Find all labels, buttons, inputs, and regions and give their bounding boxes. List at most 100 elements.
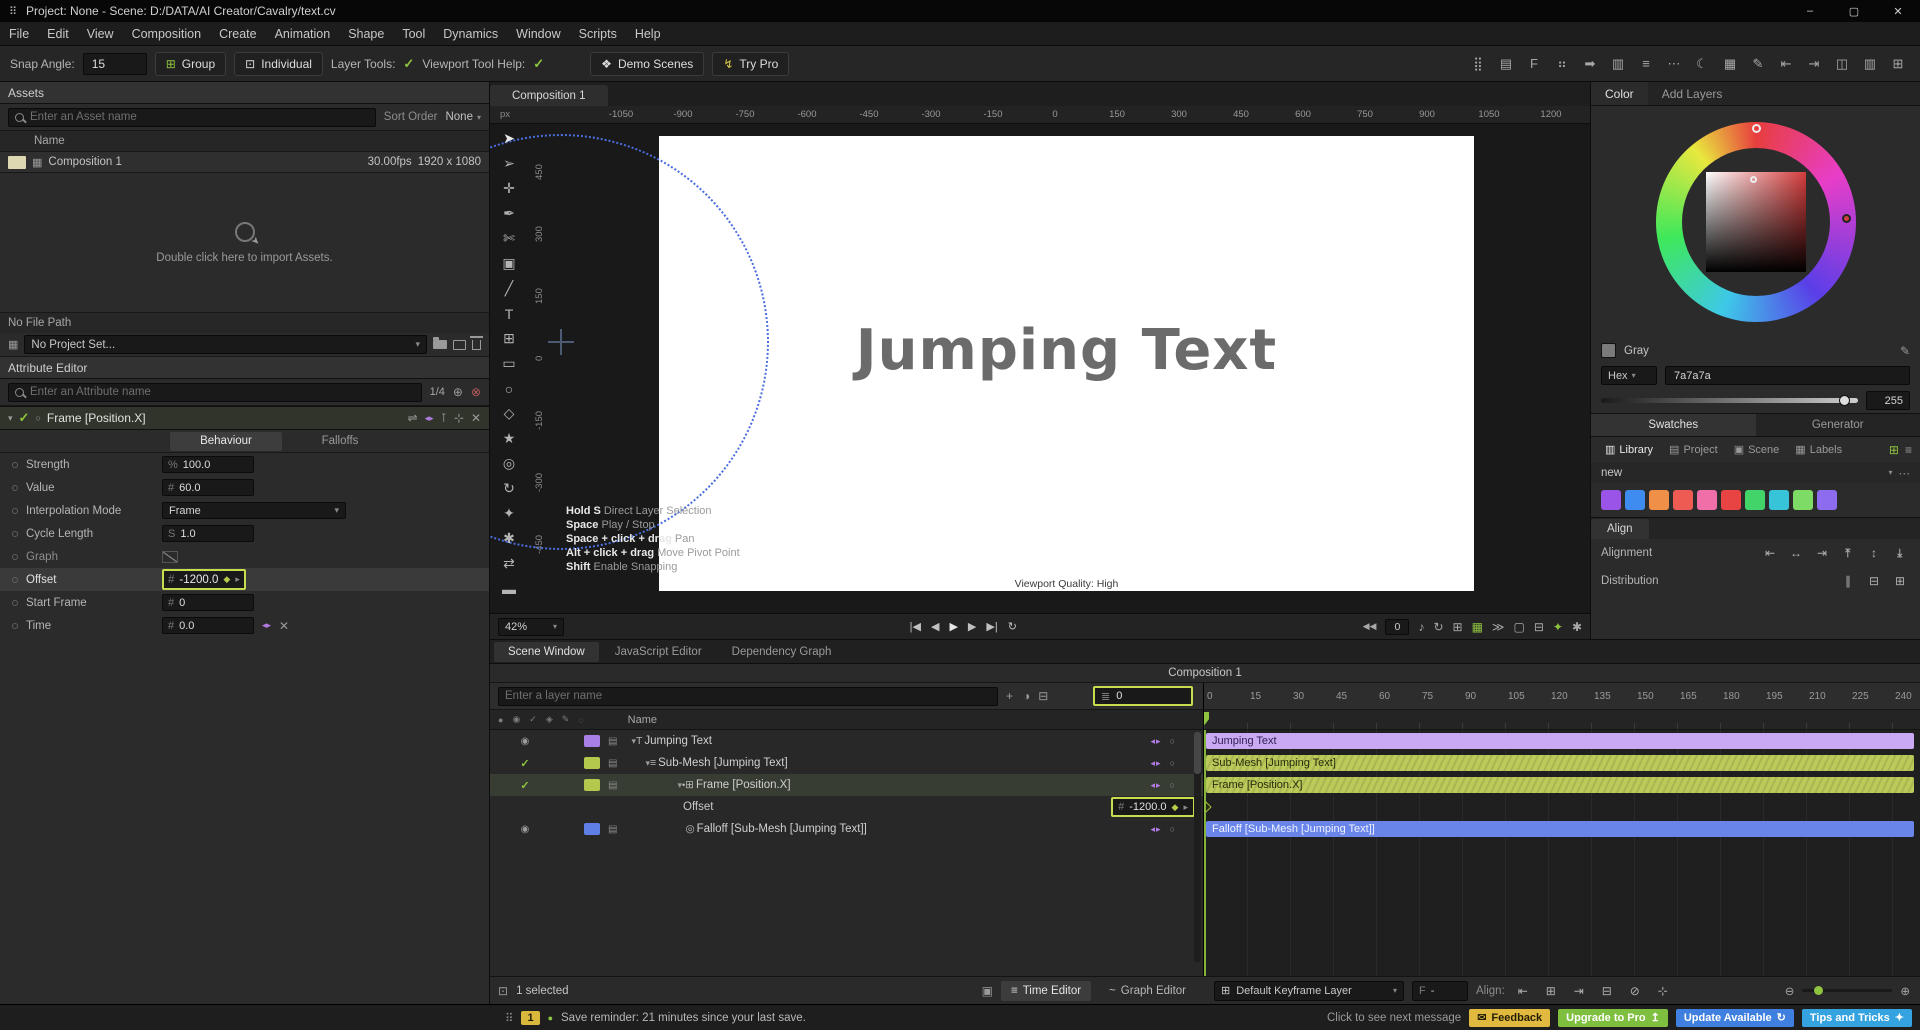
keyframe-nav-icons[interactable]: ◂▸: [262, 620, 271, 631]
tab-scene-window[interactable]: Scene Window: [494, 642, 599, 662]
toolbar-icon[interactable]: ▥: [1606, 52, 1630, 76]
timeline-zoom-slider[interactable]: [1802, 989, 1892, 992]
snap-icon[interactable]: ⊹: [1653, 982, 1673, 1000]
toolbar-icon[interactable]: ➡: [1578, 52, 1602, 76]
align-bottom-icon[interactable]: ⇥: [1891, 543, 1909, 563]
individual-button[interactable]: ⊡Individual: [234, 52, 323, 76]
hex-value-field[interactable]: 7a7a7a: [1665, 366, 1910, 385]
tab-library[interactable]: ▥Library: [1599, 441, 1659, 459]
alpha-value-field[interactable]: 255: [1866, 391, 1910, 410]
keyframe-next-icon[interactable]: ▸: [235, 574, 240, 585]
demo-scenes-button[interactable]: ❖Demo Scenes: [590, 52, 704, 76]
pin-icon[interactable]: ⊺: [441, 411, 447, 425]
timeline-toggle-icon[interactable]: ▤: [608, 824, 617, 835]
keyframe-nav-icons[interactable]: ◂▸: [1151, 780, 1162, 791]
overflow-icon[interactable]: ≫: [1492, 620, 1505, 634]
step-forward-button[interactable]: ▶: [968, 620, 976, 633]
menu-item[interactable]: Shape: [339, 27, 393, 41]
align-middle-v-icon[interactable]: ↕: [1864, 544, 1884, 562]
viewport-tool-icon[interactable]: ➤: [494, 126, 524, 151]
toolbar-icon[interactable]: ✎: [1746, 52, 1770, 76]
align-top-icon[interactable]: ⇤: [1839, 543, 1857, 563]
display-icon[interactable]: ▢: [1513, 620, 1524, 634]
attribute-header-row[interactable]: ▾ ✓ ○ Frame [Position.X] ⇌ ◂▸ ⊺ ⊹ ✕: [0, 406, 489, 430]
viewport-area[interactable]: Jumping Text Viewport Quality: High ➤➢✛✒…: [490, 124, 1590, 613]
distribute-h-icon[interactable]: ∥: [1838, 572, 1858, 590]
playhead-line[interactable]: [1204, 730, 1206, 976]
hex-mode-dropdown[interactable]: Hex▾: [1601, 366, 1657, 385]
toolbar-icon[interactable]: ≡: [1634, 52, 1658, 76]
layer-color-chip[interactable]: [584, 757, 600, 769]
viewport-tool-icon[interactable]: ➢: [494, 151, 524, 176]
layer-name[interactable]: Frame [Position.X]: [696, 779, 791, 791]
alpha-slider-knob[interactable]: [1839, 395, 1850, 406]
menu-item[interactable]: Edit: [38, 27, 78, 41]
color-swatch[interactable]: [1649, 490, 1669, 510]
viewport-tool-icon[interactable]: ✄: [494, 226, 524, 251]
menu-item[interactable]: File: [0, 27, 38, 41]
zoom-in-icon[interactable]: ⊕: [1900, 984, 1910, 998]
solo-filter-icon[interactable]: ◑: [1023, 689, 1030, 703]
viewport-tool-icon[interactable]: ▬: [494, 576, 524, 601]
layer-search-box[interactable]: [498, 687, 998, 706]
timeline-toggle-icon[interactable]: ▤: [608, 736, 617, 747]
color-swatch[interactable]: [1745, 490, 1765, 510]
align-left-icon[interactable]: ⇤: [1760, 544, 1780, 562]
toolbar-icon[interactable]: ⊞: [1886, 52, 1910, 76]
viewport-quality-label[interactable]: Viewport Quality: High: [1015, 578, 1119, 590]
layer-name[interactable]: Falloff [Sub-Mesh [Jumping Text]]: [697, 823, 867, 835]
grid-icon[interactable]: ⊞: [1453, 620, 1463, 634]
state-circle-icon[interactable]: ○: [1170, 736, 1175, 746]
canvas-text-layer[interactable]: Jumping Text: [659, 318, 1474, 383]
chevron-down-icon[interactable]: ▾: [8, 413, 13, 424]
color-swatch[interactable]: [1793, 490, 1813, 510]
graph-curve-icon[interactable]: [162, 551, 178, 563]
viewport-tool-icon[interactable]: ○: [494, 376, 524, 401]
layer-row-frame-position-x[interactable]: ✓ ▤ ▾ • ⊞ Frame [Position.X] ◂▸○: [490, 774, 1203, 796]
keyframe-nav-icons[interactable]: ◂▸: [425, 413, 434, 424]
current-frame-field-highlighted[interactable]: ≣ 0: [1093, 686, 1193, 706]
viewport-tool-icon[interactable]: ✒: [494, 201, 524, 226]
distribute-v-icon[interactable]: ⊟: [1864, 572, 1884, 590]
attribute-search-input[interactable]: [30, 386, 415, 398]
trash-icon[interactable]: [472, 340, 481, 350]
layer-tools-check-icon[interactable]: ✓: [403, 56, 414, 72]
enabled-check-icon[interactable]: ✓: [518, 757, 532, 770]
menu-item[interactable]: Tool: [393, 27, 434, 41]
keyframe-nav-icons[interactable]: ◂▸: [1151, 758, 1162, 769]
update-available-button[interactable]: Update Available↻: [1676, 1009, 1794, 1027]
toolbar-icon[interactable]: ▥: [1858, 52, 1882, 76]
timeline-bar-jumping-text[interactable]: Jumping Text: [1206, 733, 1914, 749]
timeline-toggle-icon[interactable]: ▤: [608, 780, 617, 791]
color-swatch[interactable]: [1817, 490, 1837, 510]
zoom-out-icon[interactable]: ⊖: [1785, 984, 1795, 998]
menu-item[interactable]: Animation: [266, 27, 340, 41]
align-center-h-icon[interactable]: ↔: [1786, 544, 1806, 562]
layer-search-input[interactable]: [505, 690, 991, 702]
messages-grid-icon[interactable]: ⠿: [505, 1011, 513, 1025]
add-icon[interactable]: ⊹: [454, 411, 464, 425]
project-dropdown[interactable]: No Project Set...▾: [24, 335, 427, 354]
menu-item[interactable]: View: [78, 27, 123, 41]
keyframe-diamond-icon[interactable]: ◆: [223, 574, 230, 585]
graph-editor-button[interactable]: ~Graph Editor: [1099, 981, 1196, 1001]
viewport-tool-icon[interactable]: ◇: [494, 401, 524, 426]
group-button[interactable]: ⊞Group: [155, 52, 226, 76]
zoom-dropdown[interactable]: 42%▾: [498, 618, 564, 636]
align-end-icon[interactable]: ⇥: [1569, 982, 1589, 1000]
keyframe-nav-icons[interactable]: ◂▸: [1151, 736, 1162, 747]
value-field[interactable]: #60.0: [162, 479, 254, 496]
layer-row-sub-mesh[interactable]: ✓ ▤ ▾ ≡ Sub-Mesh [Jumping Text] ◂▸○: [490, 752, 1203, 774]
menu-item[interactable]: Composition: [123, 27, 210, 41]
color-swatch[interactable]: [1721, 490, 1741, 510]
filter-icon[interactable]: ⊕: [453, 385, 463, 399]
color-wheel[interactable]: [1591, 106, 1920, 338]
start-frame-field[interactable]: #0: [162, 594, 254, 611]
loop-button[interactable]: ↻: [1008, 620, 1017, 633]
viewport-tool-icon[interactable]: ✦: [494, 501, 524, 526]
color-swatch[interactable]: [1601, 490, 1621, 510]
minimize-button[interactable]: –: [1788, 0, 1832, 22]
feedback-button[interactable]: ✉Feedback: [1469, 1009, 1550, 1027]
clear-filter-icon[interactable]: ⊗: [471, 385, 481, 399]
play-button[interactable]: ▶: [949, 620, 957, 633]
